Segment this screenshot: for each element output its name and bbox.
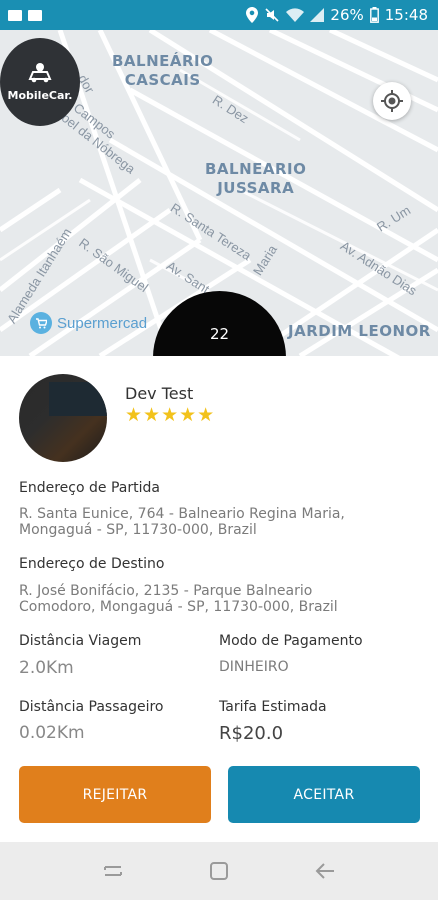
passenger-distance-label: Distância Passageiro <box>19 699 164 715</box>
status-bar: 26% 15:48 <box>0 0 438 30</box>
cart-icon <box>30 312 52 334</box>
clock: 15:48 <box>384 6 428 24</box>
payment-label: Modo de Pagamento <box>219 633 363 649</box>
wifi-icon <box>286 8 305 22</box>
pickup-address-line1: R. Santa Eunice, 764 - Balneario Regina … <box>19 506 345 522</box>
notification-icon <box>8 9 22 21</box>
poi-label: Supermercad <box>57 314 148 332</box>
trip-distance-label: Distância Viagem <box>19 633 142 649</box>
area-label-cascais: BALNEÁRIO CASCAIS <box>112 52 214 89</box>
reject-button[interactable]: REJEITAR <box>19 766 211 823</box>
poi-supermarket[interactable]: Supermercad <box>30 312 147 334</box>
signal-icon <box>310 8 325 22</box>
recent-apps-icon[interactable] <box>102 862 124 880</box>
countdown-value: 22 <box>209 325 230 343</box>
crosshair-icon <box>381 90 403 112</box>
ride-request-card: Dev Test ★★★★★ Endereço de Partida R. Sa… <box>0 356 438 842</box>
mute-icon <box>265 8 279 22</box>
payment-value: DINHEIRO <box>219 659 289 675</box>
system-nav-bar <box>0 842 438 900</box>
destination-address-line2: Comodoro, Mongaguá - SP, 11730-000, Braz… <box>19 599 338 615</box>
destination-address-line1: R. José Bonifácio, 2135 - Parque Balnear… <box>19 583 313 599</box>
area-label-jussara: BALNEARIO JUSSARA <box>205 160 307 197</box>
accept-button[interactable]: ACEITAR <box>228 766 420 823</box>
location-icon <box>246 7 259 23</box>
app-logo: MobileCar. <box>0 38 80 126</box>
passenger-distance-value: 0.02Km <box>19 723 85 743</box>
my-location-button[interactable] <box>373 82 411 120</box>
rating-stars: ★★★★★ <box>125 404 216 426</box>
logo-text: MobileCar. <box>7 88 73 102</box>
fare-value: R$20.0 <box>219 723 284 744</box>
passenger-name: Dev Test <box>125 384 194 403</box>
area-label-jardim-leonor: JARDIM LEONOR <box>288 322 431 340</box>
home-icon[interactable] <box>209 861 229 881</box>
pickup-label: Endereço de Partida <box>19 480 160 496</box>
battery-icon <box>369 7 379 23</box>
trip-distance-value: 2.0Km <box>19 658 74 678</box>
fare-label: Tarifa Estimada <box>219 699 327 715</box>
battery-percent: 26% <box>330 6 364 24</box>
notification-icon <box>28 9 42 21</box>
car-location-icon <box>28 62 52 82</box>
destination-label: Endereço de Destino <box>19 556 165 572</box>
avatar <box>19 374 107 462</box>
back-icon[interactable] <box>314 862 336 880</box>
pickup-address-line2: Mongaguá - SP, 11730-000, Brazil <box>19 522 257 538</box>
